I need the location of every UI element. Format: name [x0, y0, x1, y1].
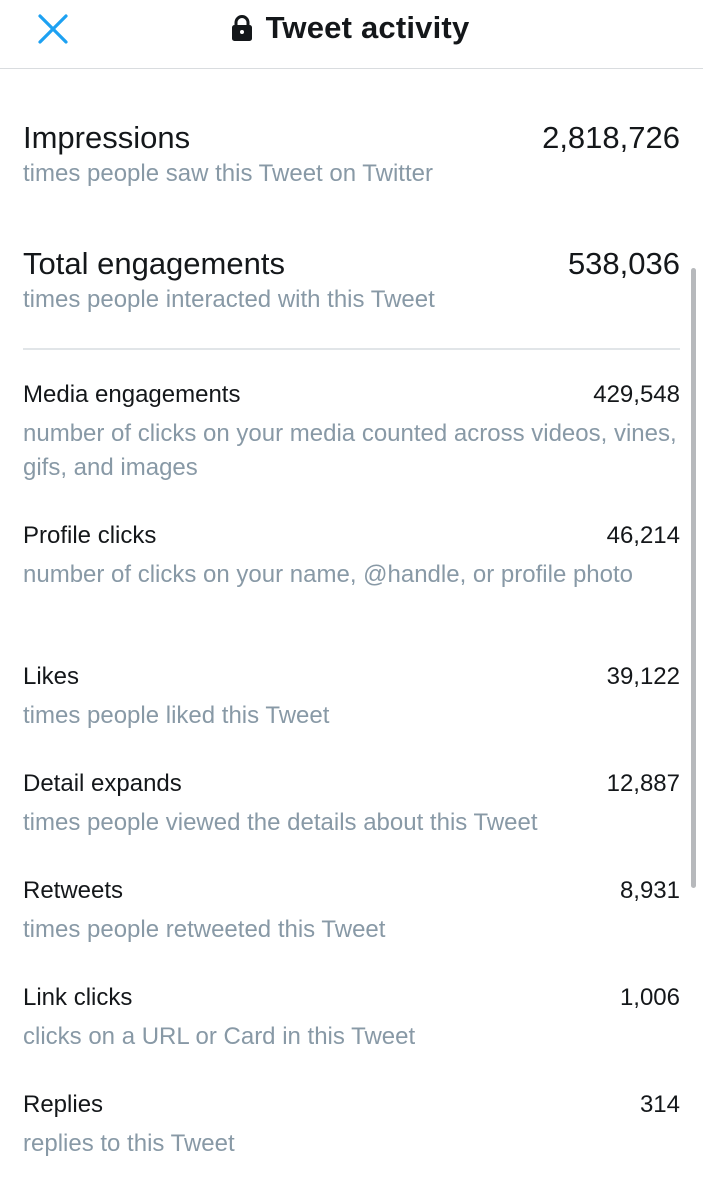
- metric-label: Likes: [23, 663, 80, 690]
- metric-label: Replies: [23, 1091, 104, 1118]
- metric-label: Retweets: [23, 877, 124, 904]
- metric-label: Link clicks: [23, 984, 133, 1011]
- metric-description: replies to this Tweet: [23, 1130, 235, 1157]
- metric-label: Detail expands: [23, 770, 182, 797]
- total-engagements-label: Total engagements: [23, 246, 285, 281]
- metric-description: clicks on a URL or Card in this Tweet: [23, 1023, 416, 1050]
- metric-value: 39,122: [606, 663, 680, 690]
- impressions-description: times people saw this Tweet on Twitter: [23, 160, 433, 187]
- top-bar: Tweet activity: [0, 0, 703, 69]
- page-title: Tweet activity: [265, 10, 470, 45]
- metric-value: 314: [639, 1091, 680, 1118]
- impressions-value: 2,818,726: [542, 120, 680, 155]
- metric-description: number of clicks on your media counted a…: [23, 420, 677, 481]
- metric-description: times people viewed the details about th…: [23, 809, 538, 836]
- lock-icon: [231, 15, 252, 41]
- metric-value: 8,931: [619, 877, 680, 904]
- section-divider: [23, 348, 680, 350]
- metric-value: 1,006: [619, 984, 680, 1011]
- metric-value: 46,214: [606, 522, 680, 549]
- total-engagements-value: 538,036: [567, 246, 680, 281]
- scrollbar[interactable]: [691, 268, 696, 888]
- metric-description: times people liked this Tweet: [23, 702, 330, 729]
- metric-label: Profile clicks: [23, 522, 157, 549]
- metric-label: Media engagements: [23, 381, 241, 408]
- metric-value: 429,548: [593, 381, 680, 408]
- metric-description: times people retweeted this Tweet: [23, 916, 386, 943]
- metric-description: number of clicks on your name, @handle, …: [23, 561, 634, 588]
- impressions-label: Impressions: [23, 120, 191, 155]
- total-engagements-description: times people interacted with this Tweet: [23, 286, 435, 313]
- metric-value: 12,887: [606, 770, 680, 797]
- header-title-group: Tweet activity: [0, 8, 703, 48]
